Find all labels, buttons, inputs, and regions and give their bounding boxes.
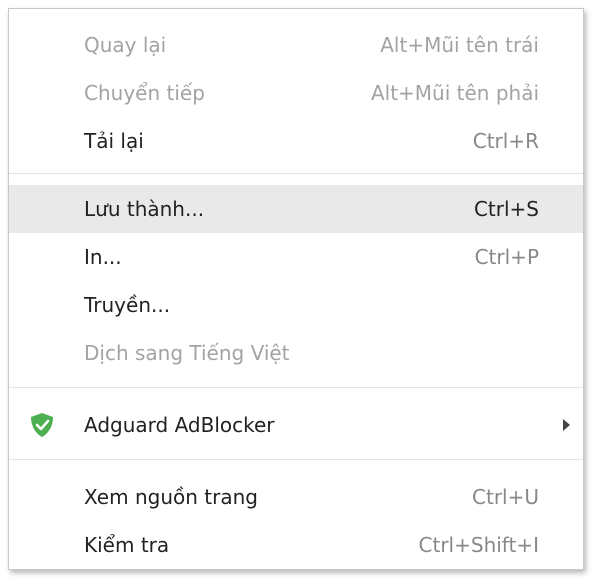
menu-item-label: Adguard AdBlocker bbox=[84, 413, 275, 437]
menu-item-save-as[interactable]: Lưu thành... Ctrl+S bbox=[9, 185, 583, 233]
menu-item-translate[interactable]: Dịch sang Tiếng Việt bbox=[9, 329, 583, 377]
menu-item-shortcut: Alt+Mũi tên trái bbox=[380, 33, 539, 57]
menu-item-reload[interactable]: Tải lại Ctrl+R bbox=[9, 117, 583, 165]
menu-item-inspect[interactable]: Kiểm tra Ctrl+Shift+I bbox=[9, 521, 583, 569]
menu-item-print[interactable]: In... Ctrl+P bbox=[9, 233, 583, 281]
menu-item-shortcut: Ctrl+P bbox=[474, 245, 539, 269]
menu-item-view-source[interactable]: Xem nguồn trang Ctrl+U bbox=[9, 473, 583, 521]
submenu-arrow-icon bbox=[563, 419, 570, 431]
menu-item-cast[interactable]: Truyền... bbox=[9, 281, 583, 329]
menu-item-label: Tải lại bbox=[84, 129, 144, 153]
context-menu: Quay lại Alt+Mũi tên trái Chuyển tiếp Al… bbox=[8, 8, 584, 570]
menu-item-shortcut: Ctrl+S bbox=[473, 197, 539, 221]
menu-item-shortcut: Ctrl+R bbox=[472, 129, 539, 153]
menu-item-label: Chuyển tiếp bbox=[84, 81, 205, 105]
menu-item-back[interactable]: Quay lại Alt+Mũi tên trái bbox=[9, 21, 583, 69]
menu-separator bbox=[9, 459, 583, 460]
menu-item-label: In... bbox=[84, 245, 122, 269]
menu-item-shortcut: Ctrl+Shift+I bbox=[418, 533, 539, 557]
menu-separator bbox=[9, 387, 583, 388]
menu-item-label: Truyền... bbox=[84, 293, 171, 317]
menu-item-label: Kiểm tra bbox=[84, 533, 170, 557]
adguard-shield-icon bbox=[29, 412, 55, 438]
menu-item-adguard[interactable]: Adguard AdBlocker bbox=[9, 401, 583, 449]
menu-item-shortcut: Alt+Mũi tên phải bbox=[370, 81, 539, 105]
menu-item-label: Lưu thành... bbox=[84, 197, 205, 221]
menu-item-label: Dịch sang Tiếng Việt bbox=[84, 341, 290, 365]
menu-item-label: Xem nguồn trang bbox=[84, 485, 258, 509]
menu-item-shortcut: Ctrl+U bbox=[472, 485, 539, 509]
menu-item-label: Quay lại bbox=[84, 33, 167, 57]
menu-separator bbox=[9, 173, 583, 174]
menu-item-forward[interactable]: Chuyển tiếp Alt+Mũi tên phải bbox=[9, 69, 583, 117]
